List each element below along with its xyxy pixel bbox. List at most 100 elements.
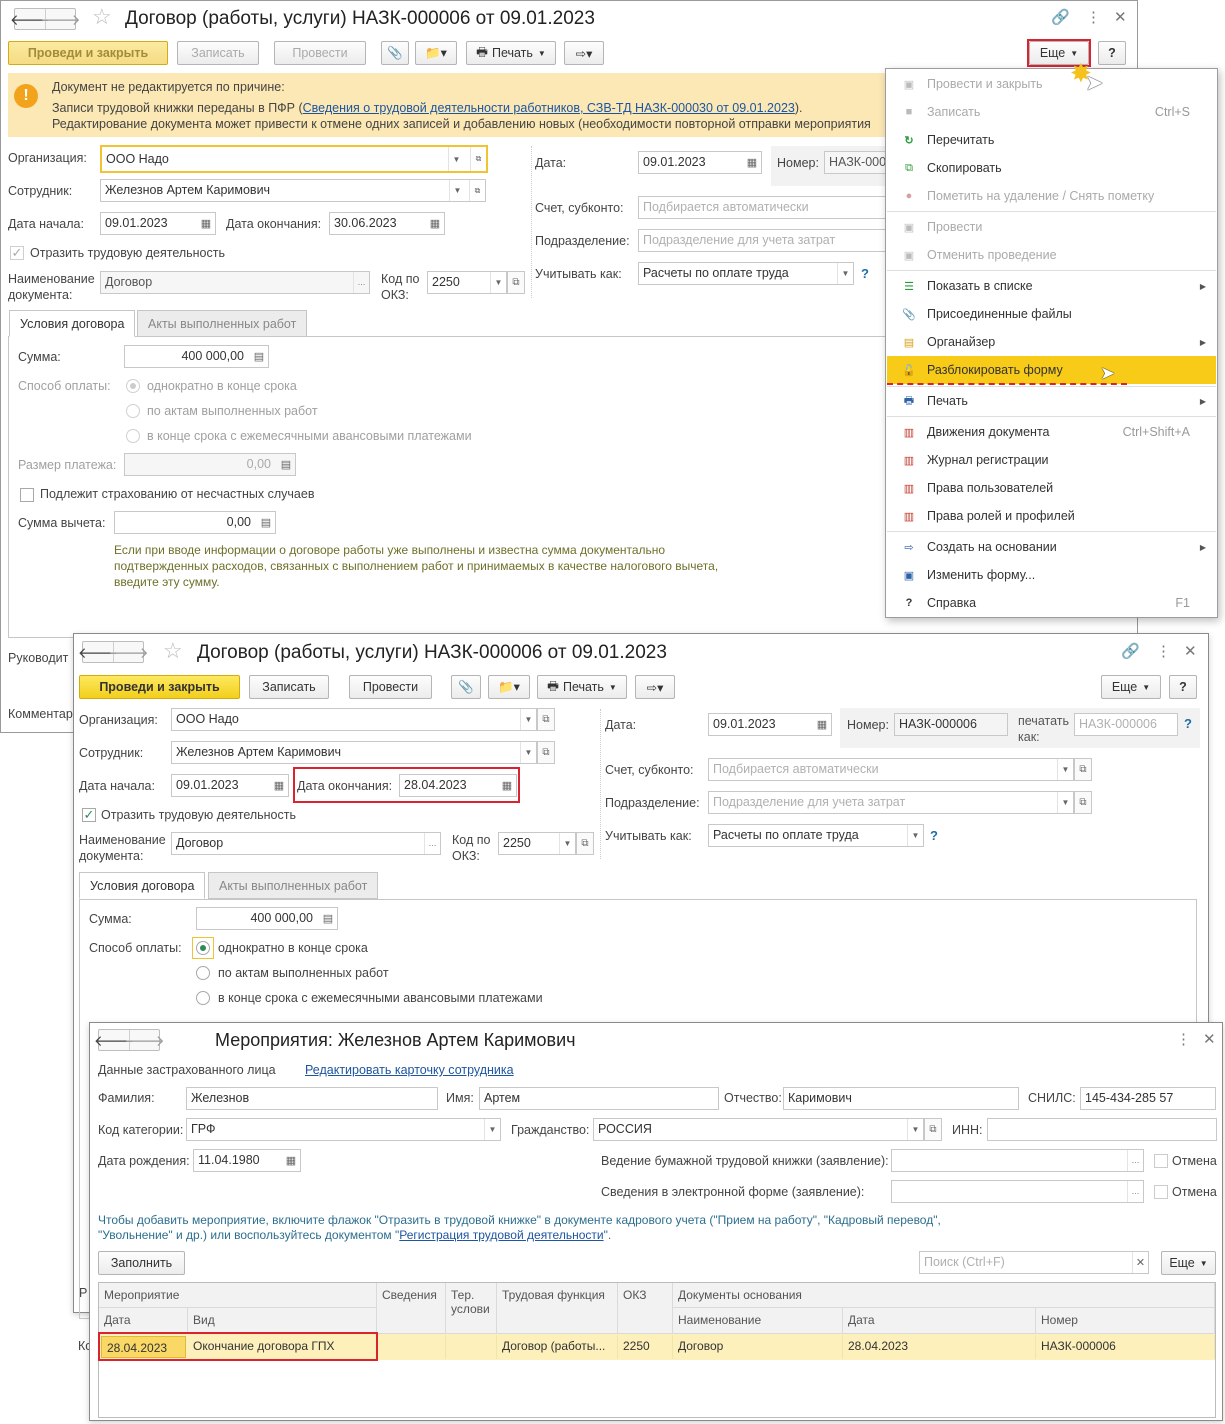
patronymic-field[interactable]: Каримович <box>783 1087 1019 1110</box>
start-field[interactable]: 09.01.2023 ▦ <box>100 212 216 235</box>
attach-button[interactable]: 📎 <box>451 675 481 699</box>
account-field[interactable]: Подбирается автоматически ▼ <box>708 758 1074 781</box>
okz-open-button[interactable]: ⧉ <box>576 832 594 855</box>
employee-open-button[interactable]: ⧉ <box>537 741 555 764</box>
close-icon[interactable]: ✕ <box>1114 8 1127 26</box>
forward-arrow-icon[interactable]: 🡒 <box>124 1030 165 1050</box>
tab-contract-terms[interactable]: Условия договора <box>9 310 136 337</box>
snils-field[interactable]: 145-434-285 57 <box>1080 1087 1216 1110</box>
deduct-field[interactable]: 0,00 ▤ <box>114 511 276 534</box>
employee-field[interactable]: Железнов Артем Каримович ▼ ⧉ <box>100 179 486 202</box>
menu-item-post[interactable]: ▣ Провести <box>887 213 1216 241</box>
okz-field[interactable]: 2250 ▼ <box>427 271 507 294</box>
post-button[interactable]: Провести <box>274 41 366 65</box>
szv-td-link[interactable]: Сведения о трудовой деятельности работни… <box>303 101 795 115</box>
row-labor-cell[interactable]: Договор (работы... <box>497 1335 618 1359</box>
help-icon[interactable]: ? <box>1184 716 1192 731</box>
create-based-button[interactable]: ⇨▾ <box>635 675 675 699</box>
post-button[interactable]: Провести <box>349 675 432 699</box>
col-header-kind[interactable]: Вид <box>188 1308 377 1334</box>
pay-advance-radio[interactable] <box>196 991 210 1005</box>
account-field[interactable]: Подбирается автоматически <box>638 196 898 219</box>
col-header-basis[interactable]: Документы основания <box>673 1283 1215 1308</box>
menu-item-post-close[interactable]: ▣ Провести и закрыть <box>887 70 1216 98</box>
save-button[interactable]: Записать <box>177 41 259 65</box>
help-button[interactable]: ? <box>1169 675 1197 699</box>
menu-item-user-rights[interactable]: ▥ Права пользователей <box>887 474 1216 502</box>
consider-field[interactable]: Расчеты по оплате труда ▼ <box>638 262 854 285</box>
attach-button[interactable]: 📎 <box>381 41 409 65</box>
kebab-menu-icon[interactable]: ⋮ <box>1086 8 1101 26</box>
insurance-checkbox[interactable] <box>20 488 34 502</box>
pay-advance-radio[interactable] <box>126 429 140 443</box>
col-header-basis-name[interactable]: Наименование <box>673 1308 843 1334</box>
menu-item-show-in-list[interactable]: ☰ Показать в списке ▶ <box>887 272 1216 300</box>
menu-item-mark-delete[interactable]: ● Пометить на удаление / Снять пометку <box>887 182 1216 210</box>
col-header-labor[interactable]: Трудовая функция <box>497 1283 618 1334</box>
forward-arrow-icon[interactable]: 🡒 <box>108 642 149 662</box>
menu-item-reread[interactable]: ↻ Перечитать <box>887 126 1216 154</box>
organizer-button[interactable]: 📁▾ <box>415 41 457 65</box>
dept-open-button[interactable]: ⧉ <box>1074 791 1092 814</box>
reflect-checkbox[interactable]: ✓ <box>82 808 96 822</box>
docname-field[interactable]: Договор… <box>171 832 441 855</box>
row-basis-number-cell[interactable]: НАЗК-000006 <box>1036 1335 1215 1359</box>
docname-field[interactable]: Договор… <box>100 271 370 294</box>
edit-employee-link[interactable]: Редактировать карточку сотрудника <box>305 1063 514 1077</box>
org-field[interactable]: ООО Надо ▼ <box>171 708 537 731</box>
menu-item-event-log[interactable]: ▥ Журнал регистрации <box>887 446 1216 474</box>
pay-acts-radio[interactable] <box>196 966 210 980</box>
col-header-info[interactable]: Сведения <box>377 1283 446 1334</box>
print-button[interactable]: 🖶 Печать ▼ <box>537 675 627 699</box>
col-header-ter[interactable]: Тер. услови <box>446 1283 497 1334</box>
row-basis-name-cell[interactable]: Договор <box>673 1335 843 1359</box>
search-field[interactable]: Поиск (Ctrl+F) ✕ <box>919 1251 1149 1274</box>
more-button[interactable]: Еще ▼ <box>1101 675 1161 699</box>
payment-size-field[interactable]: 0,00 ▤ <box>124 453 296 476</box>
name-field[interactable]: Артем <box>479 1087 719 1110</box>
row-info-cell[interactable] <box>377 1335 446 1359</box>
close-icon[interactable]: ✕ <box>1184 642 1197 660</box>
col-header-event[interactable]: Мероприятие <box>99 1283 377 1308</box>
row-ter-cell[interactable] <box>446 1335 497 1359</box>
menu-item-change-form[interactable]: ▣ Изменить форму... <box>887 561 1216 589</box>
dept-field[interactable]: Подразделение для учета затрат <box>638 229 898 252</box>
org-field[interactable]: ООО Надо ▼ ⧉ <box>100 145 488 173</box>
reflect-checkbox[interactable]: ✓ <box>10 246 24 260</box>
favorite-star-icon[interactable]: ☆ <box>163 638 183 664</box>
menu-item-attached-files[interactable]: 📎 Присоединенные файлы <box>887 300 1216 328</box>
citizenship-field[interactable]: РОССИЯ ▼ <box>593 1118 924 1141</box>
organizer-button[interactable]: 📁▾ <box>488 675 530 699</box>
sum-field[interactable]: 400 000,00 ▤ <box>124 345 269 368</box>
print-button[interactable]: 🖶 Печать ▼ <box>466 41 556 65</box>
paper-book-field[interactable]: … <box>891 1149 1144 1172</box>
category-field[interactable]: ГРФ ▼ <box>186 1118 501 1141</box>
menu-item-role-rights[interactable]: ▥ Права ролей и профилей <box>887 502 1216 530</box>
menu-item-copy[interactable]: ⧉ Скопировать <box>887 154 1216 182</box>
forward-arrow-icon[interactable]: 🡒 <box>40 9 81 29</box>
end-field[interactable]: 30.06.2023 ▦ <box>329 212 445 235</box>
surname-field[interactable]: Железнов <box>186 1087 438 1110</box>
help-icon[interactable]: ? <box>861 266 869 281</box>
org-open-button[interactable]: ⧉ <box>537 708 555 731</box>
tab-contract-terms[interactable]: Условия договора <box>79 872 206 899</box>
create-based-button[interactable]: ⇨▾ <box>564 41 604 65</box>
inn-field[interactable] <box>987 1118 1217 1141</box>
row-basis-date-cell[interactable]: 28.04.2023 <box>843 1335 1036 1359</box>
sum-field[interactable]: 400 000,00 ▤ <box>196 907 338 930</box>
menu-item-unlock-form[interactable]: 🔓 Разблокировать форму <box>887 356 1216 384</box>
menu-item-print[interactable]: 🖶 Печать ▶ <box>887 387 1216 415</box>
tab-acts[interactable]: Акты выполненных работ <box>208 872 379 899</box>
consider-field[interactable]: Расчеты по оплате труда ▼ <box>708 824 924 847</box>
date-field[interactable]: 09.01.2023 ▦ <box>708 713 832 736</box>
post-and-close-button[interactable]: Проведи и закрыть <box>79 675 240 699</box>
more-button[interactable]: Еще ▼ <box>1161 1251 1216 1275</box>
tab-acts[interactable]: Акты выполненных работ <box>137 310 308 337</box>
birth-field[interactable]: 11.04.1980 ▦ <box>193 1149 301 1172</box>
menu-item-create-based[interactable]: ⇨ Создать на основании ▶ <box>887 533 1216 561</box>
menu-item-help[interactable]: ? Справка F1 <box>887 589 1216 617</box>
post-and-close-button[interactable]: Проведи и закрыть <box>8 41 168 65</box>
row-okz-cell[interactable]: 2250 <box>618 1335 673 1359</box>
col-header-basis-number[interactable]: Номер <box>1036 1308 1215 1334</box>
link-icon[interactable]: 🔗 <box>1051 8 1070 26</box>
